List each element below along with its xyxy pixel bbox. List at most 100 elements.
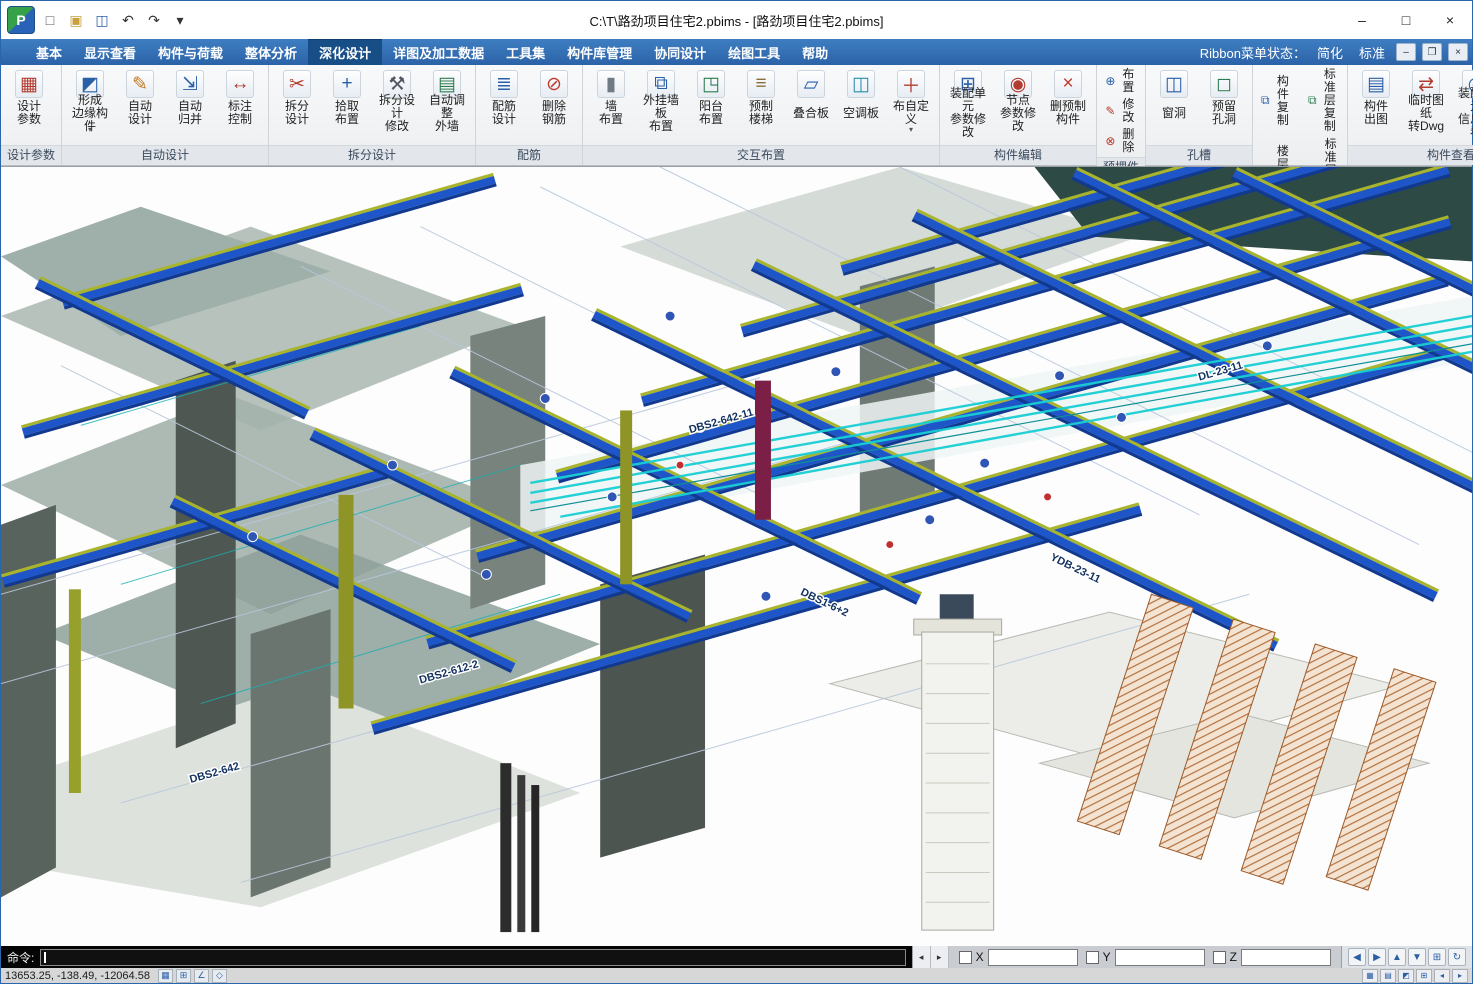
viewport[interactable]: DBS2-642-11 DBS1-6+2 DBS2-612-2 YDB-23-1… bbox=[1, 166, 1472, 946]
scroll-left-button[interactable]: ◂ bbox=[913, 946, 931, 968]
close-button[interactable]: × bbox=[1428, 5, 1472, 35]
cladding-panel-place-button[interactable]: ⧉外挂墙板 布置 bbox=[636, 67, 686, 143]
button-label: 拆分设计 修改 bbox=[376, 100, 418, 126]
assembly-unit-info-button[interactable]: ◎装配单元 信息查看 bbox=[1451, 67, 1473, 143]
menu-tab-3[interactable]: 构件与荷载 bbox=[147, 39, 234, 65]
embed-modify-button[interactable]: ✎修改 bbox=[1100, 97, 1142, 125]
osnap-toggle-icon[interactable]: ◇ bbox=[212, 969, 227, 983]
embed-place-icon: ⊕ bbox=[1105, 74, 1116, 88]
undo-icon[interactable]: ↶ bbox=[117, 9, 139, 31]
quick-access-options-icon[interactable]: ▾ bbox=[169, 9, 191, 31]
split-design-modify-button[interactable]: ⚒拆分设计 修改 bbox=[372, 67, 422, 143]
auto-design-button[interactable]: ✎自动 设计 bbox=[115, 67, 165, 143]
ortho-toggle-icon[interactable]: ∠ bbox=[194, 969, 209, 983]
reserved-hole-button[interactable]: ◻预留 孔洞 bbox=[1199, 67, 1249, 143]
pick-place-button[interactable]: +拾取 布置 bbox=[322, 67, 372, 143]
assembly-unit-param-modify-button[interactable]: ⊞装配单元 参数修改 bbox=[943, 67, 993, 143]
menu-tab-11[interactable]: 帮助 bbox=[791, 39, 839, 65]
save-icon[interactable]: ◫ bbox=[91, 9, 113, 31]
command-input[interactable] bbox=[40, 949, 905, 966]
dimension-control-button[interactable]: ↔标注 控制 bbox=[215, 67, 265, 143]
pan-left-icon[interactable]: ◀ bbox=[1348, 948, 1366, 966]
menu-tab-9[interactable]: 协同设计 bbox=[643, 39, 717, 65]
axis-y-checkbox[interactable] bbox=[1086, 951, 1099, 964]
axis-x-checkbox[interactable] bbox=[959, 951, 972, 964]
view-next-icon[interactable]: ▸ bbox=[1452, 969, 1468, 983]
axis-x-input[interactable] bbox=[988, 949, 1078, 966]
pan-right-icon[interactable]: ▶ bbox=[1368, 948, 1386, 966]
standard-floor-copy-button[interactable]: ⧉标准层复制 bbox=[1303, 67, 1344, 134]
minimize-button[interactable]: – bbox=[1340, 5, 1384, 35]
window-opening-button[interactable]: ◫窗洞 bbox=[1149, 67, 1199, 143]
balcony-place-button[interactable]: ◳阳台 布置 bbox=[686, 67, 736, 143]
form-edge-member-button[interactable]: ◩形成 边缘构件▾ bbox=[65, 67, 115, 143]
axis-z-input[interactable] bbox=[1241, 949, 1331, 966]
member-copy-button[interactable]: ⧉构件复制 bbox=[1256, 67, 1297, 134]
menu-tab-8[interactable]: 构件库管理 bbox=[556, 39, 643, 65]
view-fit-icon[interactable]: ⊞ bbox=[1416, 969, 1432, 983]
auto-design-icon: ✎ bbox=[126, 70, 154, 98]
wall-place-button[interactable]: ▮墙 布置 bbox=[586, 67, 636, 143]
delete-rebar-button[interactable]: ⊘删除 钢筋 bbox=[529, 67, 579, 143]
ribbon-state-simple[interactable]: 简化 bbox=[1312, 42, 1348, 63]
embed-place-button[interactable]: ⊕布置 bbox=[1100, 67, 1142, 95]
rotate-view-icon[interactable]: ↻ bbox=[1448, 948, 1466, 966]
button-label: 构件 出图 bbox=[1364, 100, 1388, 126]
axis-field-z: Z bbox=[1213, 949, 1331, 966]
balcony-place-icon: ◳ bbox=[697, 70, 725, 98]
view-prev-icon[interactable]: ◂ bbox=[1434, 969, 1450, 983]
maximize-button[interactable]: □ bbox=[1384, 5, 1428, 35]
grid-toggle-icon[interactable]: ⊞ bbox=[176, 969, 191, 983]
menu-tab-4[interactable]: 整体分析 bbox=[234, 39, 308, 65]
auto-adjust-exterior-wall-button[interactable]: ▤自动调整 外墙 bbox=[422, 67, 472, 143]
menu-tab-1[interactable]: 基本 bbox=[25, 39, 73, 65]
ac-slab-icon: ◫ bbox=[847, 70, 875, 98]
button-label: 形成 边缘构件 bbox=[69, 100, 111, 126]
custom-place-button[interactable]: ＋布自定义▾ bbox=[886, 67, 936, 143]
rebar-design-button[interactable]: ≣配筋 设计 bbox=[479, 67, 529, 143]
mdi-minimize-button[interactable]: – bbox=[1396, 43, 1416, 61]
new-file-icon[interactable]: □ bbox=[39, 9, 61, 31]
ribbon-state-standard[interactable]: 标准 bbox=[1354, 42, 1390, 63]
corner-buttons: ▦ ▤ ◩ ⊞ ◂ ▸ bbox=[1362, 969, 1468, 983]
command-prompt: 命令: bbox=[7, 949, 34, 966]
delete-precast-member-button[interactable]: ×删预制 构件 bbox=[1043, 67, 1093, 143]
pan-up-icon[interactable]: ▲ bbox=[1388, 948, 1406, 966]
precast-stair-button[interactable]: ≡预制 楼梯 bbox=[736, 67, 786, 143]
ac-slab-button[interactable]: ◫空调板 bbox=[836, 67, 886, 143]
member-drawing-button[interactable]: ▤构件 出图 bbox=[1351, 67, 1401, 143]
zoom-extents-icon[interactable]: ⊞ bbox=[1428, 948, 1446, 966]
axis-y-input[interactable] bbox=[1115, 949, 1205, 966]
menu-tab-5[interactable]: 深化设计 bbox=[308, 39, 382, 65]
menu-tab-6[interactable]: 详图及加工数据 bbox=[382, 39, 495, 65]
axis-label: Z bbox=[1230, 950, 1237, 964]
view-front-icon[interactable]: ▤ bbox=[1380, 969, 1396, 983]
composite-slab-button[interactable]: ▱叠合板 bbox=[786, 67, 836, 143]
snap-toggle-icon[interactable]: ▦ bbox=[158, 969, 173, 983]
mdi-restore-button[interactable]: ❐ bbox=[1422, 43, 1442, 61]
button-label: 墙 布置 bbox=[599, 100, 623, 126]
axis-z-checkbox[interactable] bbox=[1213, 951, 1226, 964]
view-top-icon[interactable]: ▦ bbox=[1362, 969, 1378, 983]
menu-tabs: 基本显示查看构件与荷载整体分析深化设计详图及加工数据工具集构件库管理协同设计绘图… bbox=[1, 39, 839, 65]
split-design-button[interactable]: ✂拆分 设计 bbox=[272, 67, 322, 143]
design-params-button[interactable]: ▦设计 参数 bbox=[4, 67, 54, 143]
mdi-close-button[interactable]: × bbox=[1448, 43, 1468, 61]
coordinates-display: 13653.25, -138.49, -12064.58 bbox=[5, 970, 150, 982]
view-iso-icon[interactable]: ◩ bbox=[1398, 969, 1414, 983]
node-param-modify-button[interactable]: ◉节点 参数修改 bbox=[993, 67, 1043, 143]
auto-merge-button[interactable]: ⇲自动 归并 bbox=[165, 67, 215, 143]
pan-down-icon[interactable]: ▼ bbox=[1408, 948, 1426, 966]
scroll-right-button[interactable]: ▸ bbox=[931, 946, 949, 968]
menu-tab-2[interactable]: 显示查看 bbox=[73, 39, 147, 65]
embed-delete-button[interactable]: ⊗删除 bbox=[1100, 127, 1142, 155]
redo-icon[interactable]: ↷ bbox=[143, 9, 165, 31]
open-file-icon[interactable]: ▣ bbox=[65, 9, 87, 31]
button-label: 布自定义 bbox=[890, 100, 932, 126]
menu-tab-7[interactable]: 工具集 bbox=[495, 39, 556, 65]
menu-tab-10[interactable]: 绘图工具 bbox=[717, 39, 791, 65]
temp-drawing-to-dwg-button[interactable]: ⇄临时图纸 转Dwg bbox=[1401, 67, 1451, 143]
window-controls: – □ × bbox=[1340, 5, 1472, 35]
menu-bar: 基本显示查看构件与荷载整体分析深化设计详图及加工数据工具集构件库管理协同设计绘图… bbox=[1, 39, 1472, 65]
button-label: 自动 归并 bbox=[178, 100, 202, 126]
